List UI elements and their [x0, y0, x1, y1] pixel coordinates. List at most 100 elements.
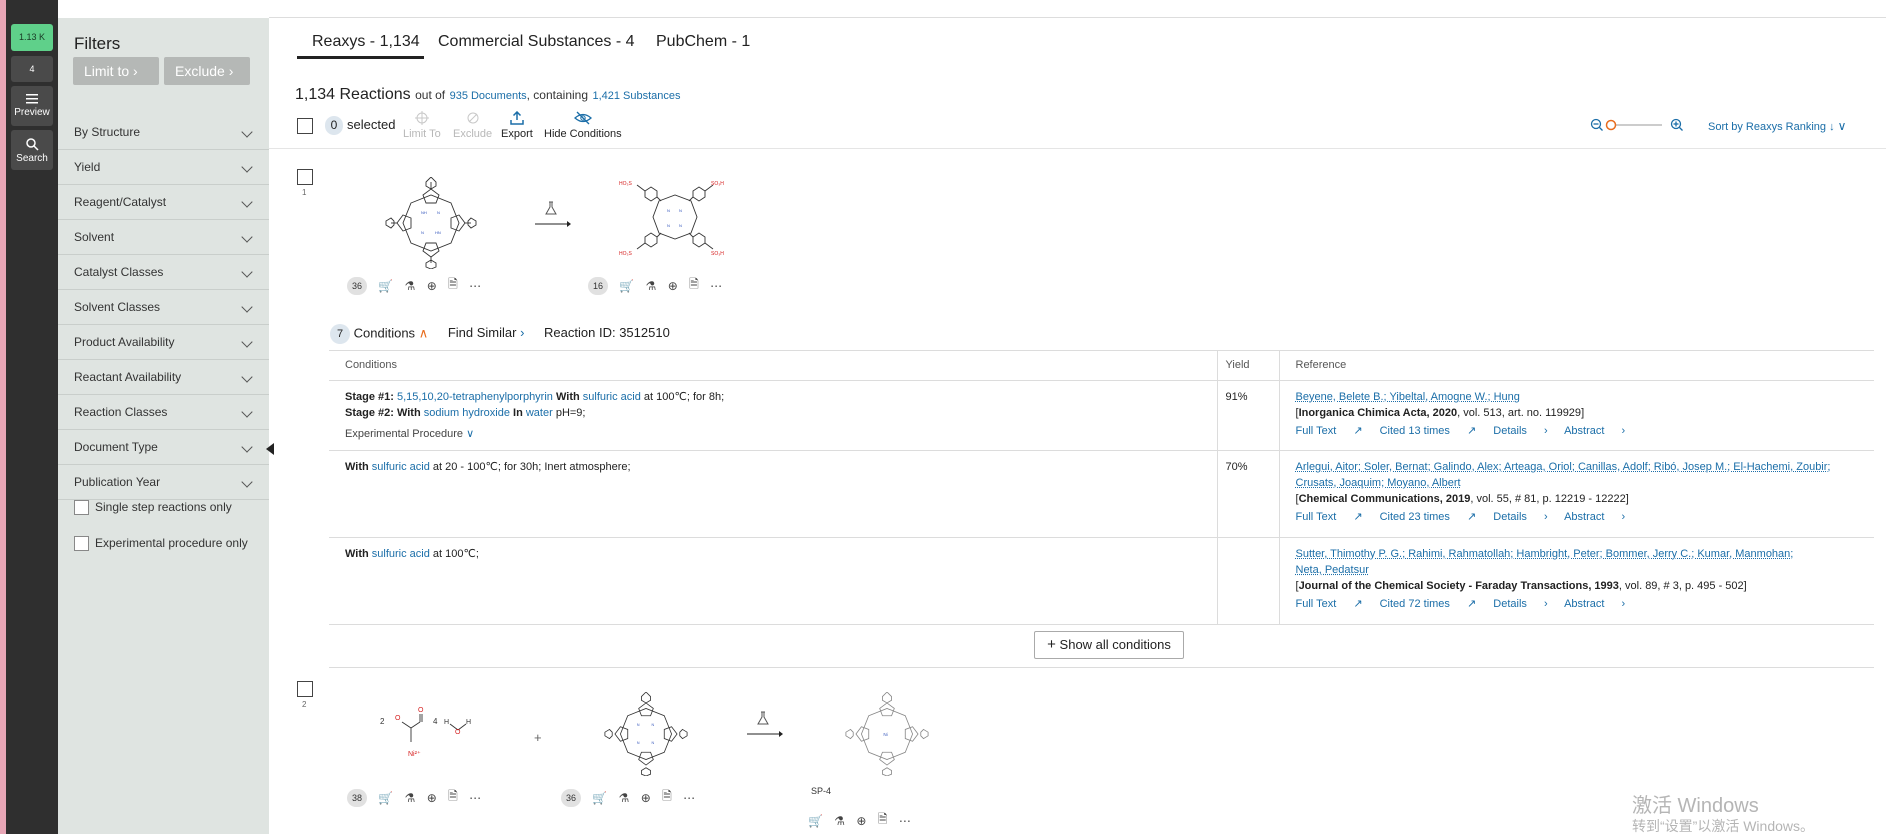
cited-by-link[interactable]: Cited 72 times ↗ — [1380, 598, 1477, 610]
product-sulfonated-porphyrin-structure[interactable]: HO₃S SO₃H HO₃S SO₃H N N N N — [615, 177, 735, 267]
more-icon[interactable]: ⋯ — [899, 814, 911, 828]
details-link[interactable]: Details › — [1493, 598, 1547, 610]
reagent-link[interactable]: sulfuric acid — [372, 548, 430, 560]
preview-button[interactable]: Preview — [11, 86, 53, 126]
sort-dropdown[interactable]: Sort by Reaxys Ranking ↓ ∨ — [1708, 119, 1846, 133]
authors-link[interactable]: Beyene, Belete B.; Yibeltal, Amogne W.; … — [1296, 389, 1867, 405]
chevron-up-icon: ∧ — [418, 325, 429, 341]
details-link[interactable]: Details › — [1493, 511, 1547, 523]
filter-reaction-classes[interactable]: Reaction Classes — [58, 395, 269, 430]
document-search-icon[interactable]: 🗎 — [448, 787, 458, 808]
cart-icon[interactable]: 🛒 — [619, 279, 634, 293]
zoom-in-icon[interactable]: ⊕ — [427, 279, 437, 293]
zoom-in-icon[interactable]: ⊕ — [668, 279, 678, 293]
cited-by-link[interactable]: Cited 23 times ↗ — [1380, 511, 1477, 523]
filter-product-availability[interactable]: Product Availability — [58, 325, 269, 360]
details-link[interactable]: Details › — [1493, 425, 1547, 437]
hide-conditions-button[interactable]: Hide Conditions — [544, 111, 622, 140]
reagent-link[interactable]: 5,15,10,20-tetraphenylporphyrin — [397, 391, 553, 403]
reactant-nickel-acetate-water-structure[interactable]: 2 4 O O O H H Ni²⁺ — [378, 700, 498, 770]
reference-cell: Arlegui, Aitor; Soler, Bernat; Galindo, … — [1279, 450, 1874, 538]
search-button[interactable]: Search — [11, 130, 53, 170]
filter-solvent[interactable]: Solvent — [58, 220, 269, 255]
reaction-1-checkbox[interactable] — [297, 169, 313, 185]
document-search-icon[interactable]: 🗎 — [448, 275, 458, 296]
find-similar-link[interactable]: Find Similar › — [448, 325, 525, 340]
export-button[interactable]: Export — [501, 111, 533, 140]
experimental-procedure-checkbox[interactable]: Experimental procedure only — [74, 534, 248, 570]
checkbox-box[interactable] — [74, 500, 89, 516]
authors-link-continued[interactable]: Crusats, Joaquim; Moyano, Albert — [1296, 475, 1867, 491]
product-nickel-porphyrin-structure[interactable]: Ni — [845, 692, 929, 776]
more-icon[interactable]: ⋯ — [469, 279, 481, 293]
sub-count-badge[interactable]: 4 — [11, 56, 53, 82]
limit-to-button[interactable]: Limit to › — [73, 57, 159, 85]
filter-document-type[interactable]: Document Type — [58, 430, 269, 465]
full-text-link[interactable]: Full Text ↗ — [1296, 598, 1363, 610]
cart-icon[interactable]: 🛒 — [808, 814, 823, 828]
flask-icon[interactable]: ⚗ — [619, 791, 630, 805]
flask-icon[interactable]: ⚗ — [405, 791, 416, 805]
flask-icon[interactable]: ⚗ — [646, 279, 657, 293]
exclude-toolbar-button[interactable]: Exclude — [453, 111, 492, 140]
reactant-2b-actions: 36 🛒 ⚗ ⊕ 🗎 ⋯ — [561, 787, 695, 808]
results-count-badge[interactable]: 1.13 K — [11, 24, 53, 51]
tab-pubchem[interactable]: PubChem - 1 — [656, 33, 750, 51]
authors-link[interactable]: Sutter, Thimothy P. G.; Rahimi, Rahmatol… — [1296, 546, 1867, 562]
filter-publication-year[interactable]: Publication Year — [58, 465, 269, 500]
plus-sign: + — [534, 730, 542, 745]
reactant-tetraphenylporphyrin-structure-2[interactable]: N N N N — [600, 692, 692, 776]
reagent-link[interactable]: sulfuric acid — [583, 391, 641, 403]
zoom-in-icon[interactable]: ⊕ — [641, 791, 651, 805]
show-all-conditions-button[interactable]: + Show all conditions — [1034, 631, 1184, 659]
reagent-link[interactable]: sodium hydroxide — [424, 407, 510, 419]
abstract-link[interactable]: Abstract › — [1564, 425, 1625, 437]
filter-reactant-availability[interactable]: Reactant Availability — [58, 360, 269, 395]
checkbox-box[interactable] — [74, 536, 89, 552]
collapse-filters-arrow-icon[interactable] — [266, 443, 274, 455]
filter-solvent-classes[interactable]: Solvent Classes — [58, 290, 269, 325]
conditions-toggle[interactable]: Conditions ∧ — [354, 325, 429, 340]
limit-to-toolbar-button[interactable]: Limit To — [403, 111, 441, 140]
document-search-icon[interactable]: 🗎 — [878, 810, 888, 831]
filter-reagent-catalyst[interactable]: Reagent/Catalyst — [58, 185, 269, 220]
svg-text:HN: HN — [435, 230, 441, 235]
select-all-checkbox[interactable] — [297, 118, 313, 134]
abstract-link[interactable]: Abstract › — [1564, 511, 1625, 523]
more-icon[interactable]: ⋯ — [469, 791, 481, 805]
single-step-checkbox[interactable]: Single step reactions only — [74, 498, 232, 534]
documents-link[interactable]: 935 Documents — [450, 90, 527, 102]
flask-icon[interactable]: ⚗ — [834, 814, 845, 828]
abstract-link[interactable]: Abstract › — [1564, 598, 1625, 610]
tab-commercial-substances[interactable]: Commercial Substances - 4 — [438, 33, 635, 51]
cart-icon[interactable]: 🛒 — [378, 279, 393, 293]
cart-icon[interactable]: 🛒 — [378, 791, 393, 805]
substances-link[interactable]: 1,421 Substances — [592, 90, 680, 102]
exclude-button[interactable]: Exclude › — [164, 57, 250, 85]
more-icon[interactable]: ⋯ — [683, 791, 695, 805]
reactant-tetraphenylporphyrin-structure[interactable]: NH N N HN — [385, 177, 477, 269]
authors-link-continued[interactable]: Neta, Pedatsur — [1296, 562, 1867, 578]
cart-icon[interactable]: 🛒 — [592, 791, 607, 805]
zoom-control[interactable] — [1590, 117, 1686, 138]
results-summary: 1,134 Reactions out of 935 Documents, co… — [295, 86, 681, 104]
reagent-link[interactable]: water — [526, 407, 553, 419]
cited-by-link[interactable]: Cited 13 times ↗ — [1380, 425, 1477, 437]
filter-by-structure[interactable]: By Structure — [58, 115, 269, 150]
reagent-link[interactable]: sulfuric acid — [372, 461, 430, 473]
document-search-icon[interactable]: 🗎 — [689, 275, 699, 296]
document-search-icon[interactable]: 🗎 — [662, 787, 672, 808]
zoom-in-icon[interactable]: ⊕ — [856, 814, 866, 828]
zoom-in-icon[interactable]: ⊕ — [427, 791, 437, 805]
more-icon[interactable]: ⋯ — [710, 279, 722, 293]
filter-catalyst-classes[interactable]: Catalyst Classes — [58, 255, 269, 290]
flask-icon[interactable]: ⚗ — [405, 279, 416, 293]
tab-reaxys[interactable]: Reaxys - 1,134 — [312, 33, 420, 51]
reaction-2-checkbox[interactable] — [297, 681, 313, 697]
yield-cell — [1217, 537, 1280, 625]
authors-link[interactable]: Arlegui, Aitor; Soler, Bernat; Galindo, … — [1296, 459, 1867, 475]
full-text-link[interactable]: Full Text ↗ — [1296, 511, 1363, 523]
filter-yield[interactable]: Yield — [58, 150, 269, 185]
full-text-link[interactable]: Full Text ↗ — [1296, 425, 1363, 437]
experimental-procedure-toggle[interactable]: Experimental Procedure ∨ — [345, 426, 1209, 442]
